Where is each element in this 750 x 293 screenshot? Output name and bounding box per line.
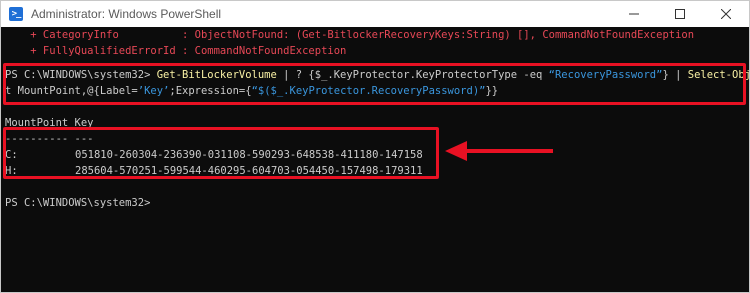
keys-highlight-box: [3, 127, 439, 179]
powershell-window: >_ Administrator: Windows PowerShell + C…: [0, 0, 750, 293]
close-button[interactable]: [703, 1, 749, 27]
minimize-icon: [629, 13, 639, 15]
maximize-button[interactable]: [657, 1, 703, 27]
maximize-icon: [675, 9, 685, 19]
error-fully-qualified-id: + FullyQualifiedErrorId : CommandNotFoun…: [5, 45, 347, 57]
close-icon: [721, 9, 731, 19]
minimize-button[interactable]: [611, 1, 657, 27]
command-highlight-box: [3, 63, 746, 105]
title-bar[interactable]: >_ Administrator: Windows PowerShell: [1, 1, 749, 27]
powershell-icon: >_: [9, 7, 23, 21]
left-arrow-icon: [445, 141, 553, 161]
final-prompt: PS C:\WINDOWS\system32>: [5, 197, 151, 209]
error-category-info: + CategoryInfo : ObjectNotFound: (Get-Bi…: [5, 29, 695, 41]
window-title: Administrator: Windows PowerShell: [31, 7, 222, 21]
